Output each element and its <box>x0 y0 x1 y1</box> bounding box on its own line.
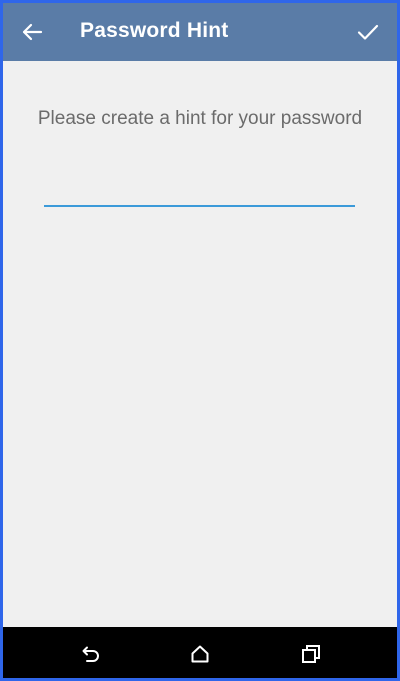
check-icon <box>357 24 379 40</box>
page-title: Password Hint <box>80 19 229 42</box>
back-button[interactable] <box>15 15 49 49</box>
hint-input[interactable] <box>44 183 355 207</box>
main-content: Please create a hint for your password <box>3 61 397 627</box>
confirm-button[interactable] <box>351 15 385 49</box>
system-nav-bar <box>3 627 397 678</box>
nav-home-icon <box>191 645 209 663</box>
nav-recents-icon <box>302 645 320 663</box>
app-bar: Password Hint <box>3 3 397 61</box>
nav-back-button[interactable] <box>76 640 104 668</box>
arrow-left-icon <box>22 23 43 41</box>
nav-back-icon <box>82 646 99 662</box>
nav-recents-button[interactable] <box>297 640 325 668</box>
hint-prompt: Please create a hint for your password <box>37 108 363 129</box>
app-window: Password Hint Please create a hint for y… <box>0 0 400 681</box>
nav-home-button[interactable] <box>186 640 214 668</box>
